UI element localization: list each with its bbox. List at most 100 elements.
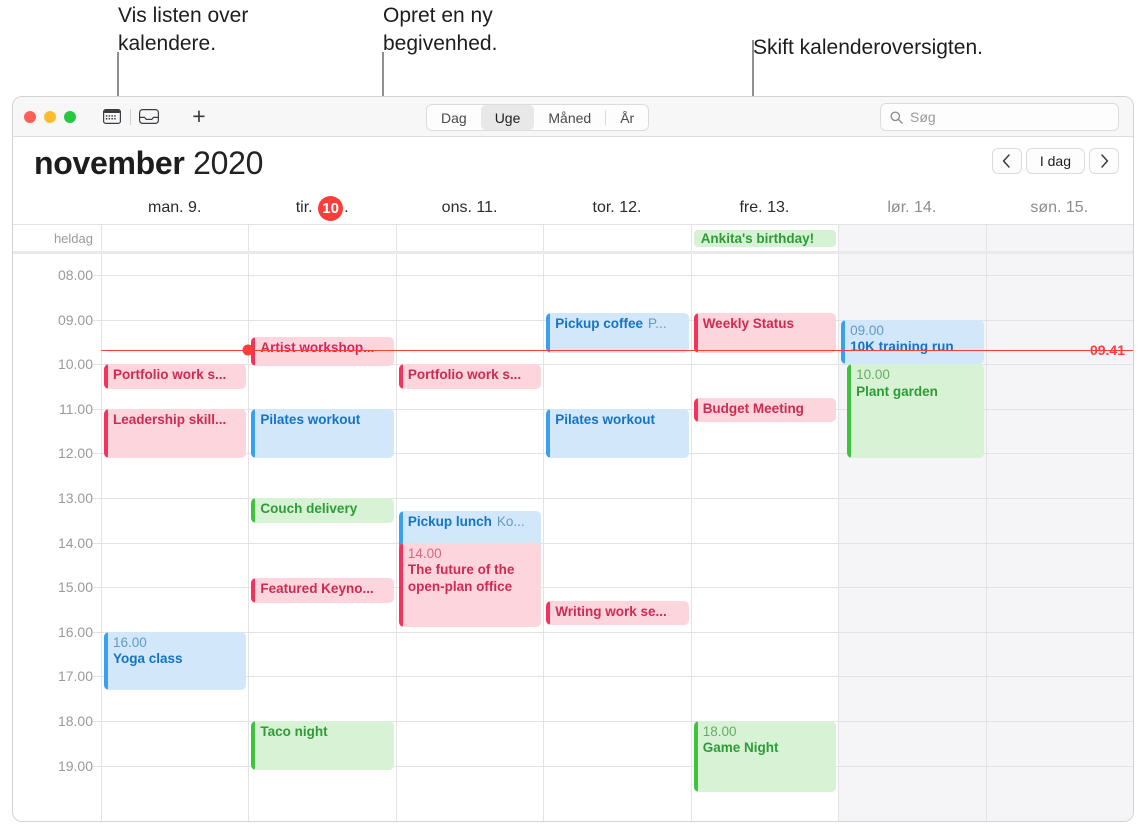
day-header-mon[interactable]: man. 9. bbox=[101, 192, 248, 224]
calendar-event[interactable]: 18.00 Game Night bbox=[693, 721, 837, 793]
new-event-button[interactable]: + bbox=[186, 105, 212, 129]
page-title: november 2020 bbox=[34, 145, 263, 182]
event-color-bar bbox=[251, 721, 256, 771]
tab-dag[interactable]: Dag bbox=[427, 105, 481, 130]
hour-gridline bbox=[102, 721, 249, 722]
day-column-mon[interactable]: Portfolio work s... Leadership skill... 16… bbox=[101, 254, 249, 821]
all-day-cell-fri[interactable]: Ankita's birthday! bbox=[690, 225, 838, 251]
navigation-group: I dag bbox=[991, 148, 1119, 174]
hour-gridline bbox=[986, 676, 1133, 678]
time-label: 15.00 bbox=[57, 579, 93, 596]
day-header-sun[interactable]: søn. 15. bbox=[986, 192, 1133, 224]
time-label: 18.00 bbox=[57, 713, 93, 729]
hour-gridline bbox=[396, 765, 544, 767]
day-header-weekday: ons. bbox=[441, 199, 472, 216]
event-time: 18.00 bbox=[702, 724, 737, 739]
calendar-event[interactable]: Budget Meeting bbox=[693, 397, 837, 423]
calendar-window: + Dag Uge Måned År Søg november 2020 I d… bbox=[12, 96, 1134, 822]
event-title: Pickup coffee bbox=[555, 315, 644, 331]
day-header-weekday: søn. bbox=[1030, 199, 1062, 216]
calendar-event[interactable]: 09.00 10K training run bbox=[841, 319, 984, 365]
hour-gridline bbox=[691, 275, 839, 276]
inbox-icon[interactable] bbox=[134, 105, 164, 129]
next-week-button[interactable] bbox=[1089, 148, 1119, 174]
time-label: 16.00 bbox=[57, 623, 93, 640]
calendar-event[interactable]: Writing work se... bbox=[546, 600, 689, 626]
calendar-event[interactable]: Taco night bbox=[251, 721, 394, 771]
calendar-event[interactable]: Leadership skill... bbox=[104, 408, 247, 458]
day-header-weekday: tor. bbox=[592, 199, 615, 216]
search-field[interactable]: Søg bbox=[880, 103, 1119, 131]
calendar-event[interactable]: Weekly Status bbox=[693, 312, 837, 354]
calendar-event[interactable]: Artist workshop... bbox=[251, 337, 394, 367]
day-column-wed[interactable]: Portfolio work s... Pickup lunch Ko... 14.0… bbox=[395, 254, 544, 821]
day-header-wed[interactable]: ons. 11. bbox=[396, 192, 543, 224]
event-title: Yoga class bbox=[113, 651, 183, 667]
prev-week-button[interactable] bbox=[991, 148, 1022, 174]
calendar-event[interactable]: 16.00 Yoga class bbox=[104, 631, 247, 690]
calendar-event[interactable]: Portfolio work s... bbox=[104, 364, 247, 389]
day-header-fri[interactable]: fre. 13. bbox=[691, 192, 838, 224]
time-label: 14.00 bbox=[57, 534, 93, 551]
time-label: 08.00 bbox=[57, 267, 93, 283]
close-button[interactable] bbox=[24, 110, 36, 123]
event-title: Artist workshop... bbox=[260, 340, 375, 356]
time-label: 11.00 bbox=[59, 400, 93, 417]
day-header-number: 15. bbox=[1065, 199, 1089, 216]
event-color-bar bbox=[546, 408, 551, 458]
day-column-tue[interactable]: Artist workshop... Pilates workout Couch d… bbox=[248, 254, 396, 821]
event-color-bar bbox=[847, 364, 852, 458]
all-day-event[interactable]: Ankita's birthday! bbox=[693, 229, 837, 247]
tab-maaned[interactable]: Måned bbox=[534, 105, 605, 130]
time-label: 13.00 bbox=[57, 490, 93, 506]
event-time: 16.00 bbox=[113, 634, 147, 650]
all-day-cell-wed[interactable] bbox=[395, 225, 543, 251]
today-button[interactable]: I dag bbox=[1025, 148, 1085, 174]
tab-aar[interactable]: År bbox=[606, 105, 648, 130]
hour-gridline bbox=[102, 587, 249, 589]
hour-gridline bbox=[102, 498, 249, 499]
all-day-cell-sat[interactable] bbox=[838, 225, 986, 251]
maximize-button[interactable] bbox=[64, 110, 76, 123]
day-column-fri[interactable]: Weekly Status Budget Meeting 18.00 Game Nig… bbox=[690, 254, 839, 821]
event-title: Featured Keyno... bbox=[260, 581, 374, 597]
calendar-event[interactable]: Pilates workout bbox=[251, 408, 394, 458]
hour-gridline bbox=[544, 587, 691, 589]
day-column-thu[interactable]: Pickup coffee P... Pilates workout Writing … bbox=[543, 254, 691, 821]
day-header-number: 9. bbox=[188, 199, 202, 216]
day-header-thu[interactable]: tor. 12. bbox=[543, 192, 690, 224]
event-color-bar bbox=[251, 498, 256, 523]
calendar-event[interactable]: 10.00 Plant garden bbox=[847, 364, 984, 458]
day-header-tue[interactable]: tir. 10. bbox=[248, 192, 395, 224]
hour-tick bbox=[93, 676, 101, 678]
time-label: 09.00 bbox=[57, 311, 93, 328]
screenshot-root: Vis listen over kalendere. Opret en ny b… bbox=[0, 0, 1146, 827]
event-title: Portfolio work s... bbox=[407, 367, 522, 383]
all-day-cell-tue[interactable] bbox=[248, 225, 395, 251]
day-header-number: 13. bbox=[767, 199, 790, 216]
calendar-event[interactable]: Pilates workout bbox=[546, 408, 689, 458]
calendar-event[interactable]: Couch delivery bbox=[251, 498, 394, 523]
day-column-sun[interactable] bbox=[985, 254, 1133, 821]
calendar-event[interactable]: 14.00 The future of the open-plan office bbox=[398, 542, 542, 628]
hour-gridline bbox=[691, 542, 839, 544]
event-title: Writing work se... bbox=[555, 603, 667, 619]
day-column-sat[interactable]: 09.00 10K training run 10.00 Plant garden bbox=[838, 254, 986, 821]
minimize-button[interactable] bbox=[44, 110, 56, 123]
all-day-cell-mon[interactable] bbox=[101, 225, 248, 251]
calendar-event[interactable]: Featured Keyno... bbox=[251, 578, 394, 603]
day-header-suffix: . bbox=[344, 199, 349, 216]
all-day-cell-thu[interactable] bbox=[543, 225, 690, 251]
calendar-event[interactable]: Portfolio work s... bbox=[398, 364, 542, 389]
hour-gridline bbox=[986, 319, 1133, 321]
current-time-dot bbox=[242, 344, 254, 356]
all-day-cell-sun[interactable] bbox=[985, 225, 1133, 251]
calendar-event[interactable]: Pickup coffee P... bbox=[546, 312, 689, 354]
event-title: Pilates workout bbox=[555, 411, 656, 427]
calendar-icon[interactable] bbox=[97, 105, 127, 129]
hour-gridline bbox=[839, 721, 986, 722]
tab-uge[interactable]: Uge bbox=[480, 105, 535, 130]
event-title: The future of the open-plan office bbox=[407, 562, 515, 594]
day-header-sat[interactable]: lør. 14. bbox=[838, 192, 985, 224]
week-grid-body: 08.00 09.00 10.00 11.00 12.00 13.00 14.00 15.00… bbox=[13, 254, 1133, 821]
